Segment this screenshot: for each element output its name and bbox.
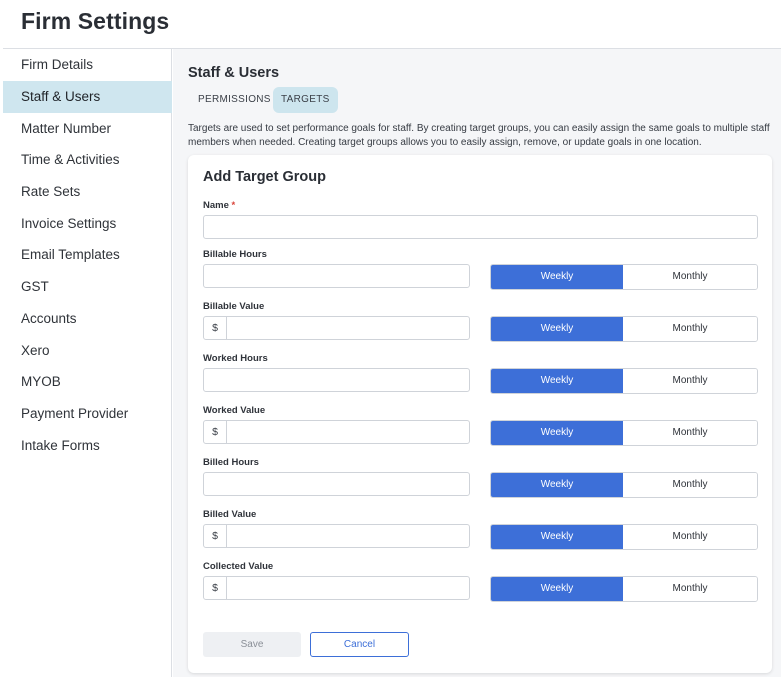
sidebar-item-email-templates[interactable]: Email Templates bbox=[3, 239, 172, 271]
page-title: Firm Settings bbox=[21, 8, 170, 34]
billed-hours-period-toggle: Weekly Monthly bbox=[490, 472, 758, 498]
worked-hours-input[interactable] bbox=[203, 368, 470, 392]
main-panel: Staff & Users PERMISSIONS TARGETS Target… bbox=[173, 49, 781, 677]
sidebar-item-firm-details[interactable]: Firm Details bbox=[3, 49, 172, 81]
worked-value-input[interactable]: $ bbox=[203, 420, 470, 444]
currency-prefix: $ bbox=[204, 577, 227, 599]
billable-value-monthly-option[interactable]: Monthly bbox=[623, 317, 757, 341]
worked-value-monthly-option[interactable]: Monthly bbox=[623, 421, 757, 445]
worked-hours-monthly-option[interactable]: Monthly bbox=[623, 369, 757, 393]
billed-value-period-toggle: Weekly Monthly bbox=[490, 524, 758, 550]
collected-value-monthly-option[interactable]: Monthly bbox=[623, 577, 757, 601]
billable-value-weekly-option[interactable]: Weekly bbox=[491, 317, 623, 341]
required-marker: * bbox=[231, 200, 236, 211]
targets-description: Targets are used to set performance goal… bbox=[188, 123, 770, 148]
billed-hours-weekly-option[interactable]: Weekly bbox=[491, 473, 623, 497]
tab-targets[interactable]: TARGETS bbox=[273, 87, 338, 113]
worked-value-period-toggle: Weekly Monthly bbox=[490, 420, 758, 446]
cancel-button[interactable]: Cancel bbox=[310, 632, 409, 657]
sidebar-item-matter-number[interactable]: Matter Number bbox=[3, 113, 172, 145]
save-button[interactable]: Save bbox=[203, 632, 301, 657]
sidebar-item-rate-sets[interactable]: Rate Sets bbox=[3, 176, 172, 208]
billable-hours-label: Billable Hours bbox=[203, 249, 267, 260]
currency-prefix: $ bbox=[204, 525, 227, 547]
name-label-text: Name bbox=[203, 200, 229, 211]
worked-hours-weekly-option[interactable]: Weekly bbox=[491, 369, 623, 393]
name-input[interactable] bbox=[203, 215, 758, 239]
collected-value-period-toggle: Weekly Monthly bbox=[490, 576, 758, 602]
currency-prefix: $ bbox=[204, 421, 227, 443]
worked-value-label: Worked Value bbox=[203, 405, 266, 416]
sidebar-item-payment-provider[interactable]: Payment Provider bbox=[3, 398, 172, 430]
billable-value-label: Billable Value bbox=[203, 301, 265, 312]
billed-value-weekly-option[interactable]: Weekly bbox=[491, 525, 623, 549]
currency-prefix: $ bbox=[204, 317, 227, 339]
collected-value-weekly-option[interactable]: Weekly bbox=[491, 577, 623, 601]
collected-value-input[interactable]: $ bbox=[203, 576, 470, 600]
billed-hours-label: Billed Hours bbox=[203, 457, 259, 468]
name-label: Name * bbox=[203, 200, 235, 211]
sidebar-item-accounts[interactable]: Accounts bbox=[3, 303, 172, 335]
sidebar-item-gst[interactable]: GST bbox=[3, 271, 172, 303]
settings-sidebar: Firm Details Staff & Users Matter Number… bbox=[3, 49, 172, 677]
worked-hours-period-toggle: Weekly Monthly bbox=[490, 368, 758, 394]
sidebar-item-myob[interactable]: MYOB bbox=[3, 366, 172, 398]
billable-hours-input[interactable] bbox=[203, 264, 470, 288]
billable-hours-period-toggle: Weekly Monthly bbox=[490, 264, 758, 290]
billed-hours-monthly-option[interactable]: Monthly bbox=[623, 473, 757, 497]
billed-value-label: Billed Value bbox=[203, 509, 257, 520]
worked-value-weekly-option[interactable]: Weekly bbox=[491, 421, 623, 445]
billable-value-period-toggle: Weekly Monthly bbox=[490, 316, 758, 342]
billed-value-input[interactable]: $ bbox=[203, 524, 470, 548]
sidebar-item-xero[interactable]: Xero bbox=[3, 335, 172, 367]
add-target-group-card: Add Target Group Name * Billable Hours W… bbox=[188, 155, 772, 673]
card-title: Add Target Group bbox=[203, 169, 326, 185]
section-title: Staff & Users bbox=[188, 65, 280, 81]
billed-hours-input[interactable] bbox=[203, 472, 470, 496]
billable-hours-monthly-option[interactable]: Monthly bbox=[623, 265, 757, 289]
collected-value-label: Collected Value bbox=[203, 561, 274, 572]
billable-hours-weekly-option[interactable]: Weekly bbox=[491, 265, 623, 289]
sidebar-item-time-activities[interactable]: Time & Activities bbox=[3, 144, 172, 176]
tab-permissions[interactable]: PERMISSIONS bbox=[190, 87, 279, 113]
billed-value-monthly-option[interactable]: Monthly bbox=[623, 525, 757, 549]
sidebar-item-invoice-settings[interactable]: Invoice Settings bbox=[3, 208, 172, 240]
sidebar-item-intake-forms[interactable]: Intake Forms bbox=[3, 430, 172, 462]
worked-hours-label: Worked Hours bbox=[203, 353, 268, 364]
sidebar-item-staff-users[interactable]: Staff & Users bbox=[3, 81, 172, 113]
billable-value-input[interactable]: $ bbox=[203, 316, 470, 340]
